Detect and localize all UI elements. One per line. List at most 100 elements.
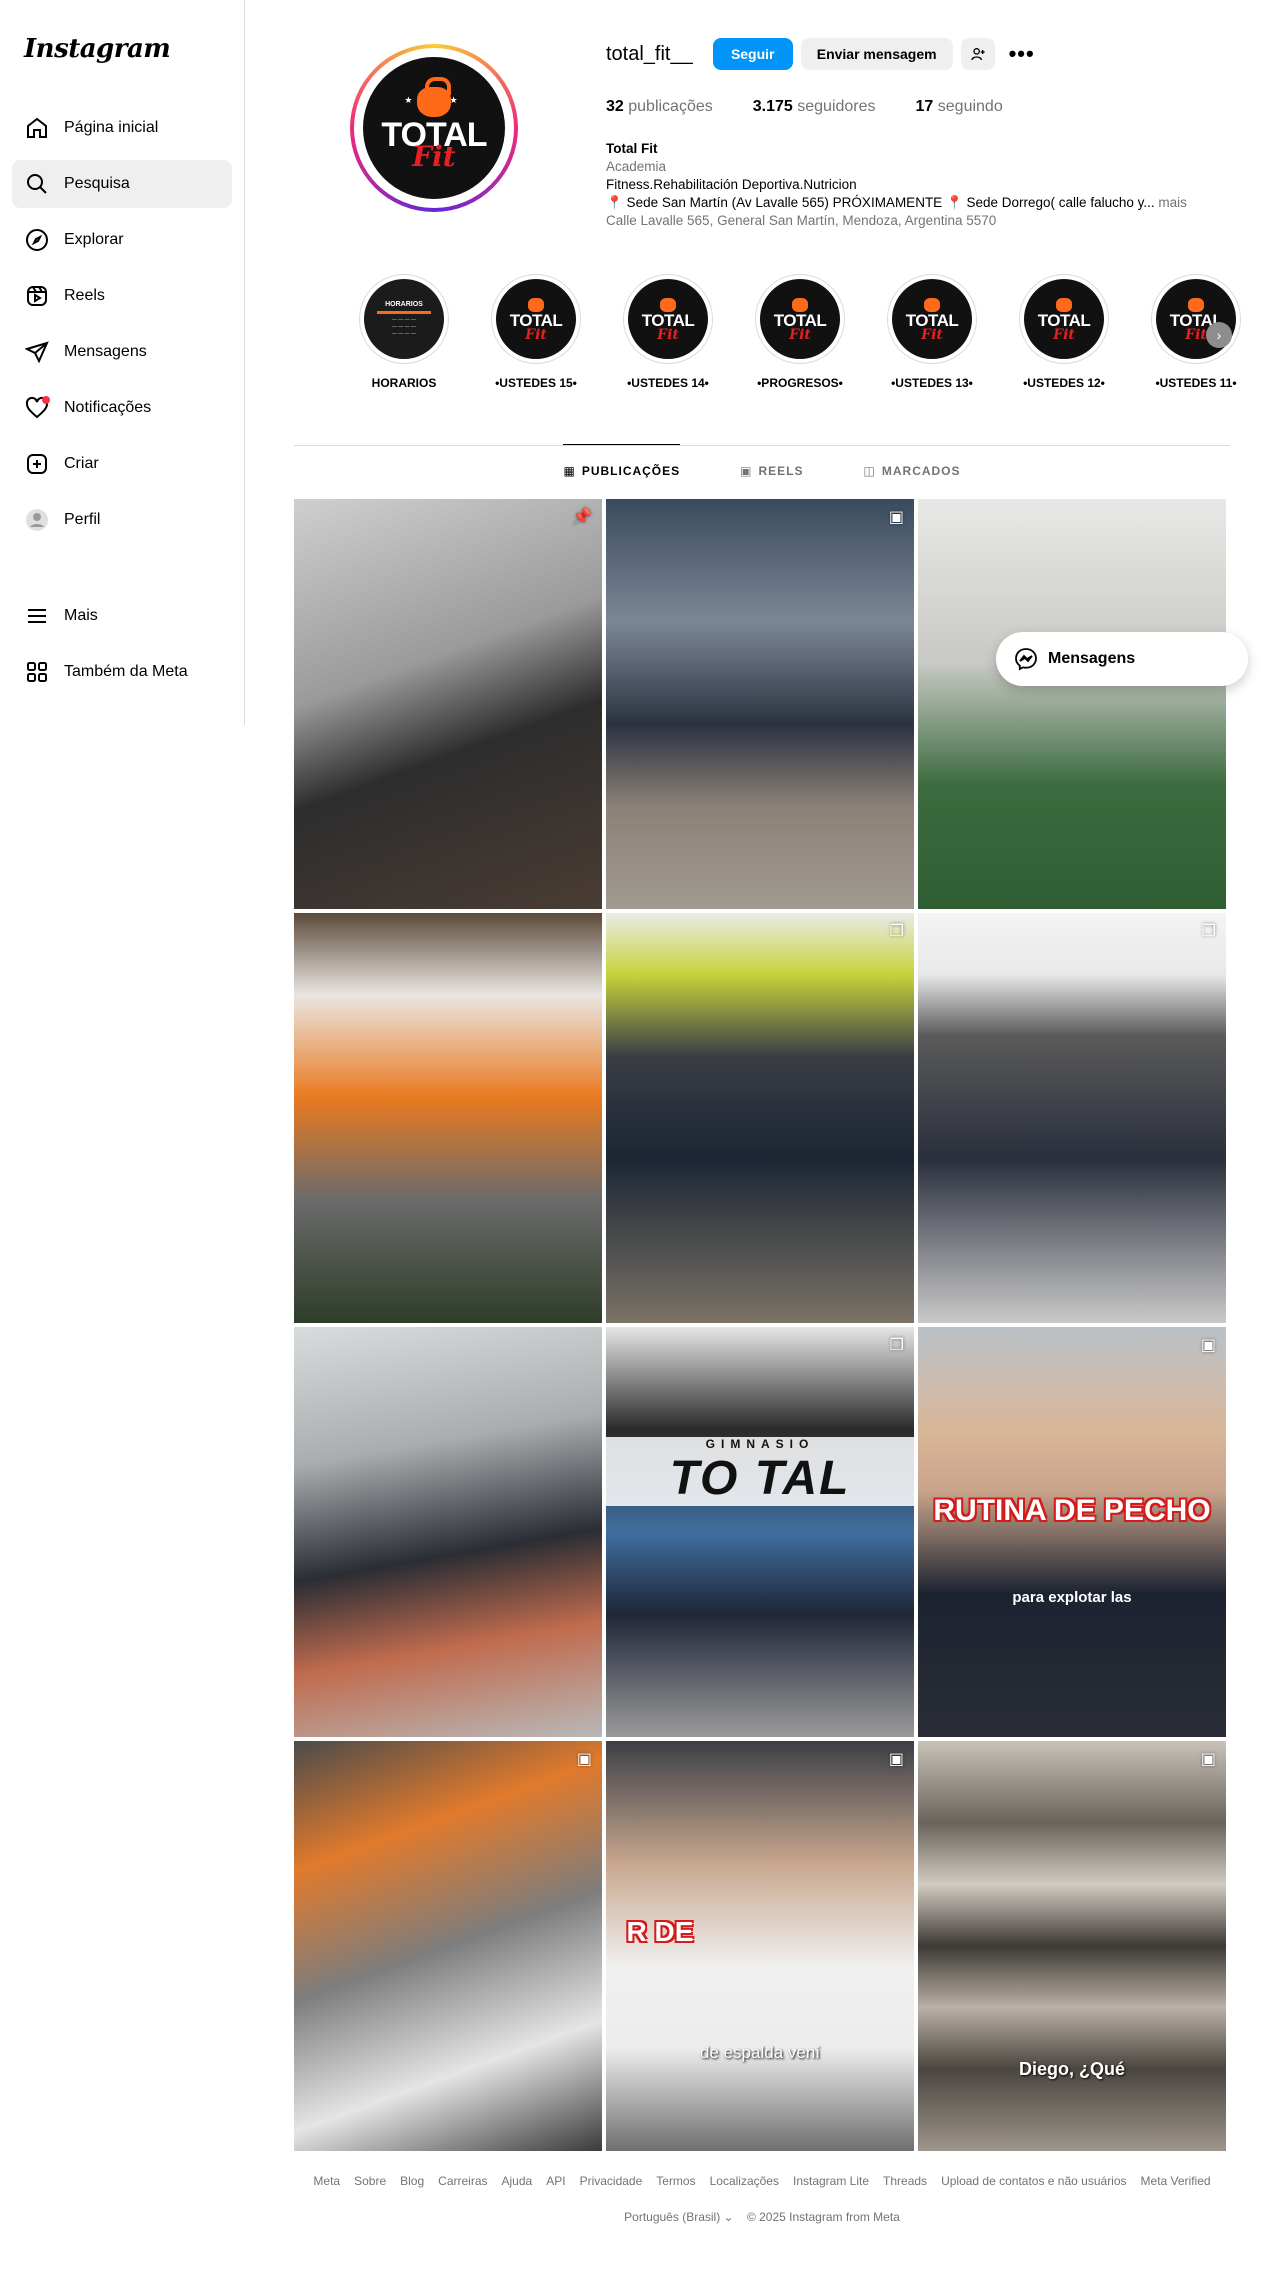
gym-sign-small: GIMNASIO — [705, 1437, 815, 1451]
follow-button[interactable]: Seguir — [712, 38, 793, 70]
avatar-logo-script: Fit — [412, 140, 456, 173]
footer-link[interactable]: Meta — [313, 2174, 340, 2188]
profile-avatar-ring[interactable]: ★ ★ ★ TOTAL Fit — [350, 44, 518, 212]
pin-icon: 📌 — [572, 509, 592, 526]
sidebar-item-label: Também da Meta — [64, 663, 188, 680]
add-user-icon — [970, 48, 985, 61]
tab-posts[interactable]: ▦ PUBLICAÇÕES — [563, 444, 681, 496]
footer-link[interactable]: Threads — [883, 2174, 927, 2188]
post-tile[interactable]: ❐ — [606, 913, 914, 1323]
send-message-button[interactable]: Enviar mensagem — [800, 38, 953, 70]
highlight-logo-script: Fit — [525, 326, 547, 343]
highlight-cover: TOTAL Fit — [1024, 279, 1104, 359]
followers-count[interactable]: 3.175 seguidores — [753, 98, 876, 116]
footer-link[interactable]: Termos — [656, 2174, 695, 2188]
profile-avatar-frame: ★ ★ ★ TOTAL Fit — [354, 48, 514, 208]
avatar-icon — [24, 507, 50, 533]
tab-label: MARCADOS — [881, 463, 961, 478]
post-tile[interactable]: 📌 — [294, 499, 602, 909]
kettlebell-icon — [924, 297, 940, 312]
sidebar-item-also-from-meta[interactable]: Também da Meta — [12, 648, 232, 696]
profile-username: total_fit__ — [606, 42, 693, 65]
sidebar-nav: Página inicial Pesquisa Explorar Reels M… — [12, 104, 232, 552]
reel-icon: ▣ — [888, 509, 904, 526]
post-tile[interactable]: ▣ R DE de espalda vení — [606, 1741, 914, 2151]
post-tile[interactable]: ▣ Diego, ¿Qué — [918, 1741, 1226, 2151]
reels-icon: ▣ — [740, 463, 753, 478]
post-tile[interactable]: ❐ GIMNASIO TO TAL — [606, 1327, 914, 1737]
highlight-label: •USTEDES 11• — [1155, 376, 1237, 390]
reels-icon — [24, 283, 50, 309]
footer: Meta Sobre Blog Carreiras Ajuda API Privacidad… — [294, 2174, 1230, 2224]
post-tile[interactable] — [918, 499, 1226, 909]
highlight-item[interactable]: TOTAL Fit •USTEDES 12• — [998, 274, 1130, 390]
highlight-item[interactable]: TOTAL Fit •USTEDES 11• — [1130, 274, 1262, 390]
sidebar-item-label: Criar — [64, 455, 99, 472]
meta-apps-icon — [24, 659, 50, 685]
highlight-label: HORARIOS — [371, 376, 437, 390]
more-options-icon[interactable]: ••• — [1009, 41, 1035, 67]
sidebar-item-explore[interactable]: Explorar — [12, 216, 232, 264]
messages-floating-button[interactable]: Mensagens — [996, 632, 1248, 686]
sidebar-item-home[interactable]: Página inicial — [12, 104, 232, 152]
post-subcaption: para explotar las — [1012, 1589, 1132, 1606]
sidebar-item-label: Perfil — [64, 511, 101, 528]
post-tile[interactable]: ▣ RUTINA DE PECHO para explotar las — [918, 1327, 1226, 1737]
messenger-icon — [1015, 648, 1037, 671]
highlight-ring: TOTAL Fit — [887, 274, 977, 364]
footer-link[interactable]: Instagram Lite — [793, 2174, 869, 2188]
following-count[interactable]: 17 seguindo — [916, 98, 1003, 116]
sidebar-item-profile[interactable]: Perfil — [12, 496, 232, 544]
sidebar-item-label: Mensagens — [64, 343, 147, 360]
footer-link[interactable]: Blog — [400, 2174, 424, 2188]
sidebar-item-label: Página inicial — [64, 119, 159, 136]
bio-more-link[interactable]: mais — [1155, 195, 1187, 210]
post-tile[interactable] — [294, 913, 602, 1323]
tab-tagged[interactable]: ◫ MARCADOS — [864, 444, 961, 496]
post-tile[interactable]: ❐ — [918, 913, 1226, 1323]
sidebar-item-more[interactable]: Mais — [12, 592, 232, 640]
reel-icon: ▣ — [1200, 1337, 1216, 1354]
sidebar-item-create[interactable]: Criar — [12, 440, 232, 488]
sidebar-item-label: Reels — [64, 287, 105, 304]
post-tile[interactable]: ▣ — [294, 1741, 602, 2151]
highlight-item[interactable]: TOTAL Fit •USTEDES 14• — [602, 274, 734, 390]
instagram-logo[interactable]: Instagram — [24, 34, 171, 64]
post-caption: RUTINA DE PECHO — [933, 1494, 1211, 1527]
footer-link[interactable]: API — [546, 2174, 565, 2188]
send-icon — [24, 339, 50, 365]
footer-link[interactable]: Carreiras — [438, 2174, 487, 2188]
post-tile[interactable]: ▣ — [606, 499, 914, 909]
sidebar-item-notifications[interactable]: Notificações — [12, 384, 232, 432]
sidebar-item-reels[interactable]: Reels — [12, 272, 232, 320]
highlight-item[interactable]: TOTAL Fit •PROGRESOS• — [734, 274, 866, 390]
language-selector[interactable]: Português (Brasil) ⌄ — [624, 2210, 733, 2224]
profile-name: Total Fit — [606, 141, 658, 156]
tab-label: REELS — [758, 463, 804, 478]
suggest-users-button[interactable] — [960, 38, 995, 70]
highlight-logo-script: Fit — [921, 326, 943, 343]
sidebar-item-search[interactable]: Pesquisa — [12, 160, 232, 208]
home-icon — [24, 115, 50, 141]
footer-link[interactable]: Privacidade — [580, 2174, 643, 2188]
profile-address[interactable]: Calle Lavalle 565, General San Martín, M… — [606, 212, 1226, 230]
gym-sign-text: TO TAL — [669, 1452, 851, 1505]
footer-link[interactable]: Upload de contatos e não usuários — [941, 2174, 1126, 2188]
chevron-right-icon[interactable]: › — [1206, 322, 1232, 348]
profile-bio: Total Fit Academia Fitness.Rehabilitació… — [606, 140, 1226, 230]
footer-link[interactable]: Meta Verified — [1141, 2174, 1211, 2188]
highlight-item[interactable]: HORARIOS — — — — — — — — — — — — HORARIOS — [338, 274, 470, 390]
grid-icon: ▦ — [563, 463, 576, 478]
tab-reels[interactable]: ▣ REELS — [740, 444, 803, 496]
sidebar-item-label: Mais — [64, 607, 98, 624]
highlight-ring: TOTAL Fit — [1151, 274, 1241, 364]
footer-link[interactable]: Ajuda — [502, 2174, 533, 2188]
highlight-logo-script: Fit — [1053, 326, 1075, 343]
post-tile[interactable] — [294, 1327, 602, 1737]
carousel-icon: ❐ — [1201, 923, 1216, 940]
highlight-item[interactable]: TOTAL Fit •USTEDES 13• — [866, 274, 998, 390]
highlight-item[interactable]: TOTAL Fit •USTEDES 15• — [470, 274, 602, 390]
footer-link[interactable]: Localizações — [710, 2174, 779, 2188]
footer-link[interactable]: Sobre — [354, 2174, 386, 2188]
sidebar-item-messages[interactable]: Mensagens — [12, 328, 232, 376]
